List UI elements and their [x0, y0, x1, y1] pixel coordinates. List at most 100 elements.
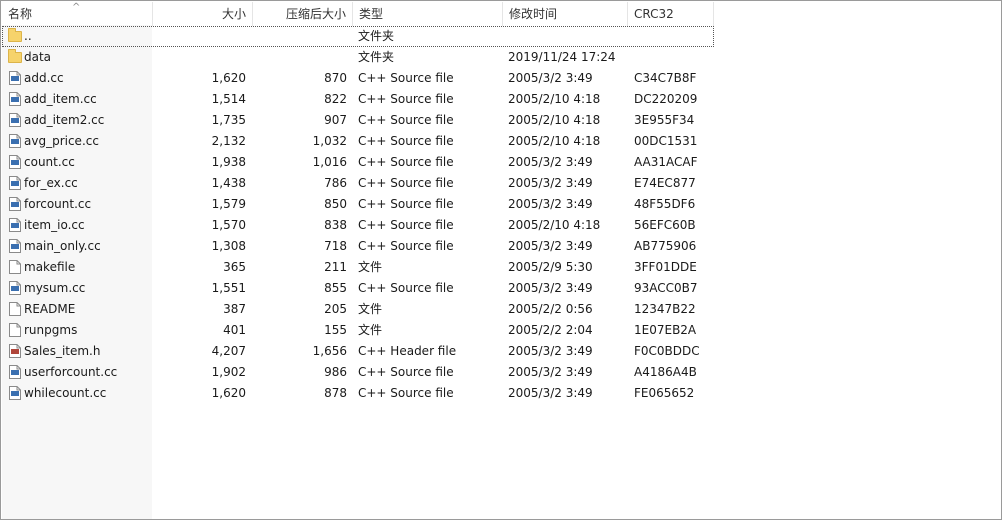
file-type: C++ Source file [358, 71, 454, 85]
column-header-compressed-size[interactable]: 压缩后大小 [253, 2, 353, 26]
file-modified [508, 26, 628, 47]
column-header-bar: 名称 ^ 大小 压缩后大小 类型 修改时间 CRC32 [2, 2, 714, 26]
file-crc32: DC220209 [634, 92, 698, 106]
file-row[interactable]: add_item2.cc 1,735 907 C++ Source file 2005/… [2, 110, 714, 131]
column-header-name[interactable]: 名称 ^ [2, 2, 153, 26]
file-compressed-size: 986 [324, 365, 347, 379]
file-size: 387 [223, 302, 246, 316]
file-row[interactable]: makefile 365 211 文件 2005/2/9 5:30 3FF01DDE [2, 257, 714, 278]
file-type: C++ Source file [358, 197, 454, 211]
file-type: C++ Source file [358, 218, 454, 232]
folder-icon [8, 28, 22, 42]
file-icon [9, 323, 21, 337]
file-row[interactable]: Sales_item.h 4,207 1,656 C++ Header file 200… [2, 341, 714, 362]
file-row[interactable]: avg_price.cc 2,132 1,032 C++ Source file 200… [2, 131, 714, 152]
file-type: 文件夹 [358, 29, 395, 43]
file-compressed-size: 850 [324, 197, 347, 211]
file-row[interactable]: whilecount.cc 1,620 878 C++ Source file 2005… [2, 383, 714, 404]
file-crc32: 1E07EB2A [634, 323, 697, 337]
file-crc32: C34C7B8F [634, 71, 697, 85]
file-name: README [24, 302, 76, 316]
file-size: 1,579 [211, 197, 246, 211]
file-size: 1,902 [211, 365, 246, 379]
file-compressed-size [254, 26, 347, 47]
file-row[interactable]: runpgms 401 155 文件 2005/2/2 2:04 1E07EB2A [2, 320, 714, 341]
file-size: 1,514 [211, 92, 246, 106]
column-header-size[interactable]: 大小 [153, 2, 253, 26]
column-header-type[interactable]: 类型 [353, 2, 503, 26]
cpp-source-icon [9, 71, 21, 85]
file-type: C++ Source file [358, 365, 454, 379]
file-name: makefile [24, 260, 76, 274]
file-row[interactable]: userforcount.cc 1,902 986 C++ Source file 20… [2, 362, 714, 383]
file-name: data [24, 50, 52, 64]
file-name: add_item2.cc [24, 113, 105, 127]
file-row[interactable]: data 文件夹 2019/11/24 17:24 [2, 47, 714, 68]
file-crc32 [634, 47, 714, 68]
file-name: avg_price.cc [24, 134, 99, 148]
file-modified: 2005/3/2 3:49 [508, 344, 593, 358]
file-modified: 2019/11/24 17:24 [508, 50, 616, 64]
file-type: C++ Source file [358, 92, 454, 106]
file-name: main_only.cc [24, 239, 101, 253]
file-type: C++ Source file [358, 155, 454, 169]
file-size: 365 [223, 260, 246, 274]
file-modified: 2005/3/2 3:49 [508, 239, 593, 253]
file-row[interactable]: add_item.cc 1,514 822 C++ Source file 2005/2… [2, 89, 714, 110]
file-modified: 2005/3/2 3:49 [508, 386, 593, 400]
file-row[interactable]: README 387 205 文件 2005/2/2 0:56 12347B22 [2, 299, 714, 320]
file-type: 文件 [358, 260, 383, 274]
file-crc32: 12347B22 [634, 302, 696, 316]
file-name: userforcount.cc [24, 365, 118, 379]
file-type: C++ Source file [358, 281, 454, 295]
file-crc32 [634, 26, 714, 47]
file-size: 1,570 [211, 218, 246, 232]
file-compressed-size: 838 [324, 218, 347, 232]
file-compressed-size: 211 [324, 260, 347, 274]
file-type: 文件 [358, 323, 383, 337]
cpp-source-icon [9, 281, 21, 295]
file-row[interactable]: mysum.cc 1,551 855 C++ Source file 2005/3/2 … [2, 278, 714, 299]
cpp-source-icon [9, 155, 21, 169]
file-compressed-size: 870 [324, 71, 347, 85]
file-row[interactable]: add.cc 1,620 870 C++ Source file 2005/3/2 3:… [2, 68, 714, 89]
column-header-crc32[interactable]: CRC32 [628, 2, 714, 26]
file-crc32: 3E955F34 [634, 113, 695, 127]
file-row[interactable]: count.cc 1,938 1,016 C++ Source file 2005/3/… [2, 152, 714, 173]
file-row[interactable]: forcount.cc 1,579 850 C++ Source file 2005/3… [2, 194, 714, 215]
cpp-source-icon [9, 197, 21, 211]
file-compressed-size: 822 [324, 92, 347, 106]
file-crc32: 93ACC0B7 [634, 281, 698, 295]
file-size: 1,438 [211, 176, 246, 190]
parent-folder-row[interactable]: .. 文件夹 [2, 26, 714, 47]
folder-icon [8, 49, 22, 63]
file-row[interactable]: main_only.cc 1,308 718 C++ Source file 2005/… [2, 236, 714, 257]
file-crc32: 56EFC60B [634, 218, 696, 232]
column-header-modified[interactable]: 修改时间 [503, 2, 628, 26]
file-name: Sales_item.h [24, 344, 101, 358]
file-crc32: FE065652 [634, 386, 695, 400]
cpp-source-icon [9, 113, 21, 127]
file-modified: 2005/2/2 2:04 [508, 323, 593, 337]
file-row[interactable]: for_ex.cc 1,438 786 C++ Source file 2005/3/2… [2, 173, 714, 194]
file-compressed-size: 205 [324, 302, 347, 316]
file-name: mysum.cc [24, 281, 86, 295]
file-row[interactable]: item_io.cc 1,570 838 C++ Source file 2005/2/… [2, 215, 714, 236]
file-size: 1,308 [211, 239, 246, 253]
cpp-source-icon [9, 134, 21, 148]
file-crc32: 00DC1531 [634, 134, 698, 148]
file-modified: 2005/3/2 3:49 [508, 155, 593, 169]
file-name: .. [24, 29, 32, 43]
file-size: 2,132 [211, 134, 246, 148]
file-compressed-size: 855 [324, 281, 347, 295]
file-type: C++ Source file [358, 134, 454, 148]
file-compressed-size: 155 [324, 323, 347, 337]
file-size: 1,551 [211, 281, 246, 295]
file-modified: 2005/2/10 4:18 [508, 113, 601, 127]
file-name: runpgms [24, 323, 78, 337]
cpp-source-icon [9, 92, 21, 106]
column-header-name-label: 名称 [8, 7, 33, 21]
file-size: 1,620 [211, 71, 246, 85]
cpp-source-icon [9, 365, 21, 379]
file-crc32: E74EC877 [634, 176, 696, 190]
